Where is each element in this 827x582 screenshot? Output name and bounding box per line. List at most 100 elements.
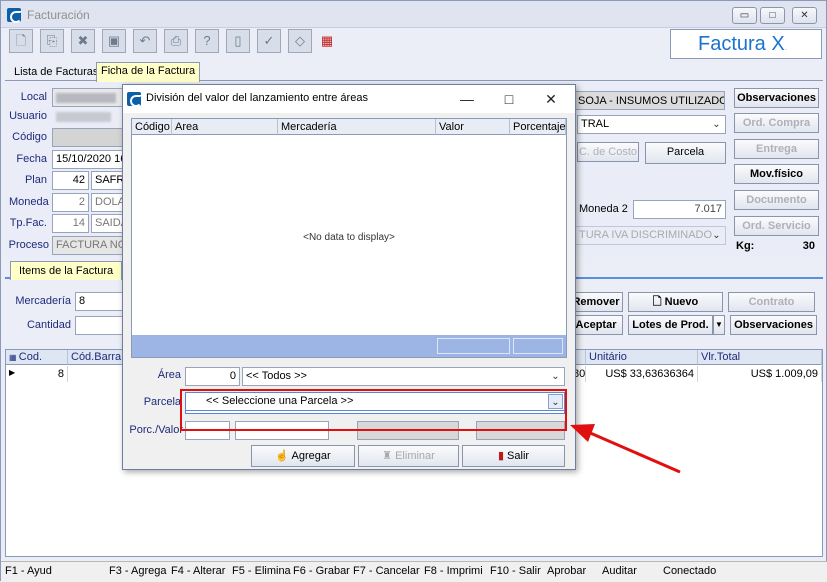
status-f8[interactable]: F8 - Imprimi bbox=[424, 565, 483, 577]
codigo-label: Código bbox=[12, 131, 47, 143]
window-title: Facturación bbox=[27, 8, 90, 22]
cell-cod: 8 bbox=[57, 368, 64, 380]
undo-icon[interactable]: ↶ bbox=[133, 29, 157, 53]
local-field[interactable] bbox=[52, 88, 127, 107]
status-f3[interactable]: F3 - Agrega bbox=[109, 565, 166, 577]
iva-combo[interactable]: TURA IVA DISCRIMINADO ⌄ bbox=[575, 226, 726, 245]
insumos-field[interactable]: SOJA - INSUMOS UTILIZADOS bbox=[575, 91, 725, 110]
documento-button[interactable]: Documento bbox=[734, 190, 819, 210]
logo-suffix: . bbox=[784, 43, 787, 52]
status-f6[interactable]: F6 - Grabar bbox=[293, 565, 350, 577]
remover-button[interactable]: Remover bbox=[569, 292, 623, 312]
footer-cell-porcentaje bbox=[513, 338, 563, 354]
no-data-message: <No data to display> bbox=[303, 232, 395, 243]
salir-label: Salir bbox=[507, 450, 530, 462]
agregar-button[interactable]: ☝ Agregar bbox=[251, 445, 355, 467]
new-icon[interactable]: 🗋 bbox=[9, 29, 33, 53]
lotes-button[interactable]: Lotes de Prod. bbox=[628, 315, 713, 335]
plan-num-field[interactable]: 42 bbox=[52, 171, 89, 190]
dgrid-header-mercaderia[interactable]: Mercadería bbox=[278, 119, 436, 135]
minimize-button[interactable]: ▭ bbox=[732, 7, 757, 24]
status-f7[interactable]: F7 - Cancelar bbox=[353, 565, 420, 577]
copy-icon[interactable]: ⎘ bbox=[40, 29, 64, 53]
highlight-box bbox=[180, 389, 567, 431]
status-f1[interactable]: F1 - Ayud bbox=[5, 565, 52, 577]
delete-icon[interactable]: ✖ bbox=[71, 29, 95, 53]
mercaderia-field[interactable]: 8 bbox=[75, 292, 125, 311]
nuevo-button[interactable]: 🗋 Nuevo bbox=[628, 292, 723, 312]
table-row[interactable]: ▶ 8 bbox=[6, 366, 68, 382]
tpfac-label: Tp.Fac. bbox=[9, 217, 47, 229]
dialog-maximize-button[interactable]: □ bbox=[498, 89, 520, 109]
observaciones-items-button[interactable]: Observaciones bbox=[730, 315, 817, 335]
observaciones-top-button[interactable]: Observaciones bbox=[734, 88, 819, 108]
lotes-dropdown-icon[interactable]: ▼ bbox=[713, 315, 725, 335]
area-combo[interactable]: << Todos >> ⌄ bbox=[242, 367, 565, 386]
help-icon[interactable]: ? bbox=[195, 29, 219, 53]
grid-header-cod[interactable]: ▦ Cod. bbox=[6, 350, 68, 365]
tab-list[interactable]: Lista de Facturas bbox=[10, 64, 102, 81]
eliminar-button[interactable]: ♜ Eliminar bbox=[358, 445, 459, 467]
status-f10[interactable]: F10 - Salir bbox=[490, 565, 541, 577]
dgrid-header-area[interactable]: Area bbox=[172, 119, 278, 135]
tral-value: TRAL bbox=[581, 118, 610, 130]
status-f5[interactable]: F5 - Elimina bbox=[232, 565, 291, 577]
status-auditar: Auditar bbox=[602, 565, 637, 577]
tral-combo[interactable]: TRAL ⌄ bbox=[577, 115, 726, 134]
status-connection: Conectado bbox=[663, 565, 717, 577]
grid-header-unitario[interactable]: Unitário bbox=[586, 350, 698, 365]
ord-servicio-button[interactable]: Ord. Servicio bbox=[734, 216, 819, 236]
footer-cell-valor bbox=[437, 338, 510, 354]
hand-icon: ☝ bbox=[275, 450, 292, 462]
dialog-grid: Código Area Mercadería Valor Porcentaje … bbox=[131, 118, 567, 358]
codigo-field[interactable] bbox=[52, 128, 127, 147]
ord-compra-button[interactable]: Ord. Compra bbox=[734, 113, 819, 133]
dgrid-header-porcentaje[interactable]: Porcentaje bbox=[510, 119, 566, 135]
logo: Factura X. bbox=[670, 29, 822, 59]
dialog-minimize-button[interactable]: — bbox=[456, 89, 478, 109]
proceso-field[interactable]: FACTURA NOR bbox=[52, 236, 127, 255]
moneda-label: Moneda bbox=[9, 196, 49, 208]
logo-text: Factura X bbox=[698, 33, 785, 55]
dialog-close-button[interactable]: ✕ bbox=[540, 89, 562, 109]
status-aprobar[interactable]: Aprobar bbox=[547, 565, 586, 577]
aceptar-button[interactable]: Aceptar bbox=[569, 315, 623, 335]
kg-label: Kg: bbox=[736, 240, 755, 252]
moneda-num-field[interactable]: 2 bbox=[52, 193, 89, 212]
moneda2-label: Moneda 2 bbox=[579, 203, 628, 215]
status-f4[interactable]: F4 - Alterar bbox=[171, 565, 225, 577]
dgrid-header-codigo[interactable]: Código bbox=[132, 119, 172, 135]
area-num-field[interactable]: 0 bbox=[185, 367, 240, 386]
entrega-button[interactable]: Entrega bbox=[734, 139, 819, 159]
grid-header-codbarra[interactable]: Cód.Barra bbox=[68, 350, 128, 365]
costo-button[interactable]: C. de Costo bbox=[577, 142, 639, 162]
usuario-label: Usuario bbox=[9, 110, 47, 122]
calculator-icon[interactable]: ▦ bbox=[315, 29, 339, 53]
salir-button[interactable]: ▮ Salir bbox=[462, 445, 565, 467]
parcela-button[interactable]: Parcela bbox=[645, 142, 726, 164]
eraser-icon[interactable]: ◇ bbox=[288, 29, 312, 53]
mov-fisico-button[interactable]: Mov.físico bbox=[734, 164, 819, 184]
document-icon[interactable]: ▯ bbox=[226, 29, 250, 53]
area-label: Área bbox=[157, 369, 181, 381]
save-icon[interactable]: ▣ bbox=[102, 29, 126, 53]
print-icon[interactable]: ⎙ bbox=[164, 29, 188, 53]
tab-sheet[interactable]: Ficha de la Factura bbox=[96, 62, 201, 82]
check-icon[interactable]: ✓ bbox=[257, 29, 281, 53]
moneda2-field[interactable]: 7.017 bbox=[633, 200, 726, 219]
close-button[interactable]: ✕ bbox=[792, 7, 817, 24]
status-bar: F1 - Ayud F3 - Agrega F4 - Alterar F5 - … bbox=[1, 561, 827, 582]
cantidad-field[interactable] bbox=[75, 316, 125, 335]
grid-header-total[interactable]: Vlr.Total bbox=[698, 350, 822, 365]
nuevo-label: Nuevo bbox=[664, 296, 699, 308]
dgrid-header-valor[interactable]: Valor bbox=[436, 119, 510, 135]
main-tabs: Lista de Facturas Ficha de la Factura bbox=[5, 62, 823, 82]
chevron-down-icon: ⌄ bbox=[712, 119, 721, 130]
fecha-field[interactable]: 15/10/2020 16 bbox=[52, 150, 127, 169]
tpfac-num-field[interactable]: 14 bbox=[52, 214, 89, 233]
tab-items[interactable]: Items de la Factura bbox=[10, 261, 123, 280]
contrato-button[interactable]: Contrato bbox=[728, 292, 815, 312]
cell-unitario: US$ 33,63636364 bbox=[586, 366, 698, 382]
maximize-button[interactable]: □ bbox=[760, 7, 785, 24]
eliminar-label: Eliminar bbox=[395, 450, 435, 462]
